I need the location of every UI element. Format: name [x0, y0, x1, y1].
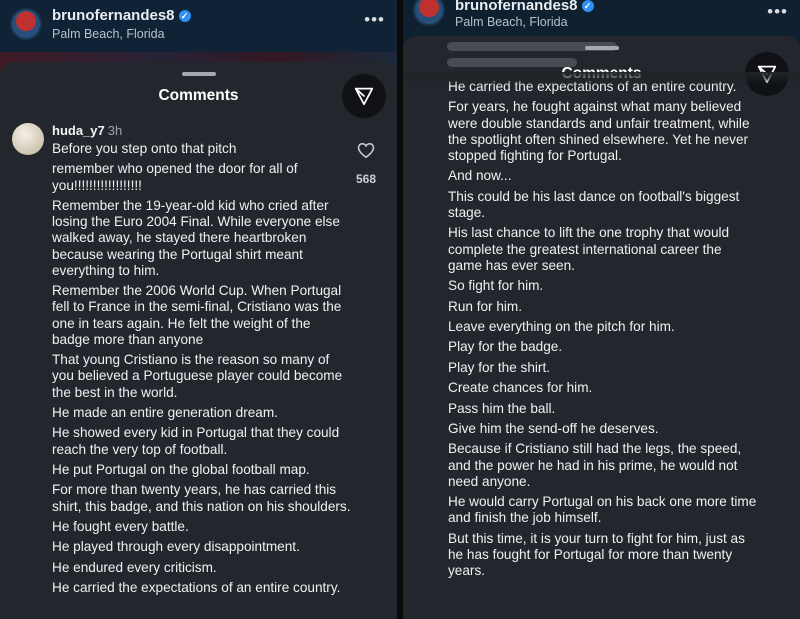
comment-text-continued: He carried the expectations of an entire…: [448, 79, 758, 583]
comment-line: He carried the expectations of an entire…: [52, 580, 341, 596]
comment-line: Leave everything on the pitch for him.: [448, 318, 675, 334]
comment-header: huda_y7 3h: [52, 123, 122, 138]
verified-icon: ✓: [178, 10, 191, 22]
scroll-fade: [403, 72, 800, 86]
post-username[interactable]: brunofernandes8 ✓: [52, 7, 191, 24]
comment-line: He endured every criticism.: [52, 559, 217, 575]
comments-title: Comments: [158, 87, 239, 104]
commenter-username[interactable]: huda_y7: [52, 123, 105, 138]
post-location[interactable]: Palm Beach, Florida: [52, 27, 165, 41]
left-screenshot: brunofernandes8 ✓ Palm Beach, Florida •••…: [0, 0, 397, 619]
like-button[interactable]: 568: [351, 142, 381, 186]
comment-line: Give him the send-off he deserves.: [448, 420, 659, 436]
comment-line: But this time, it is your turn to fight …: [448, 530, 745, 579]
comment-line: He put Portugal on the global football m…: [52, 461, 310, 477]
comment-line: For more than twenty years, he has carri…: [52, 482, 351, 514]
comment-text: Before you step onto that pitch remember …: [52, 141, 352, 601]
comment-line: So fight for him.: [448, 278, 544, 294]
comment-line: He showed every kid in Portugal that the…: [52, 425, 340, 457]
comment-line: Play for the badge.: [448, 339, 563, 355]
ellipsis-icon[interactable]: •••: [767, 2, 788, 22]
comment-line: This could be his last dance on football…: [448, 188, 740, 220]
post-username[interactable]: brunofernandes8 ✓: [455, 0, 594, 14]
comment-line: Before you step onto that pitch: [52, 141, 237, 156]
commenter-avatar[interactable]: [12, 123, 44, 155]
comment-line: He played through every disappointment.: [52, 539, 300, 555]
comment-line: That young Cristiano is the reason so ma…: [52, 352, 343, 400]
like-count: 568: [355, 172, 377, 186]
drag-handle[interactable]: [584, 46, 619, 50]
comment-line: Run for him.: [448, 298, 523, 314]
comment-line: He fought every battle.: [52, 518, 189, 534]
comment-line: He made an entire generation dream.: [52, 404, 278, 420]
comment-line: Pass him the ball.: [448, 400, 556, 416]
comment-line: He would carry Portugal on his back one …: [448, 494, 757, 526]
comment-line: For years, he fought against what many b…: [448, 99, 750, 163]
paper-plane-filter-icon: [354, 87, 374, 106]
post-location[interactable]: Palm Beach, Florida: [455, 15, 568, 29]
comment-line: remember who opened the door for all of …: [52, 161, 298, 193]
heart-icon: [357, 142, 375, 159]
drag-handle[interactable]: [181, 72, 216, 76]
comment-line: Remember the 19-year-old kid who cried a…: [52, 197, 340, 278]
comment-line: Remember the 2006 World Cup. When Portug…: [52, 283, 342, 347]
comment-line: Play for the shirt.: [448, 359, 550, 375]
avatar[interactable]: [10, 8, 42, 40]
comment-line: Create chances for him.: [448, 380, 593, 396]
comment-time: 3h: [107, 123, 123, 138]
verified-icon: ✓: [581, 0, 594, 12]
avatar[interactable]: [413, 0, 445, 26]
filter-button[interactable]: [342, 74, 386, 118]
comment-line: His last chance to lift the one trophy t…: [448, 225, 730, 273]
ellipsis-icon[interactable]: •••: [364, 10, 385, 30]
comment-line: Because if Cristiano still had the legs,…: [448, 441, 742, 489]
comment-line: And now...: [448, 168, 512, 184]
